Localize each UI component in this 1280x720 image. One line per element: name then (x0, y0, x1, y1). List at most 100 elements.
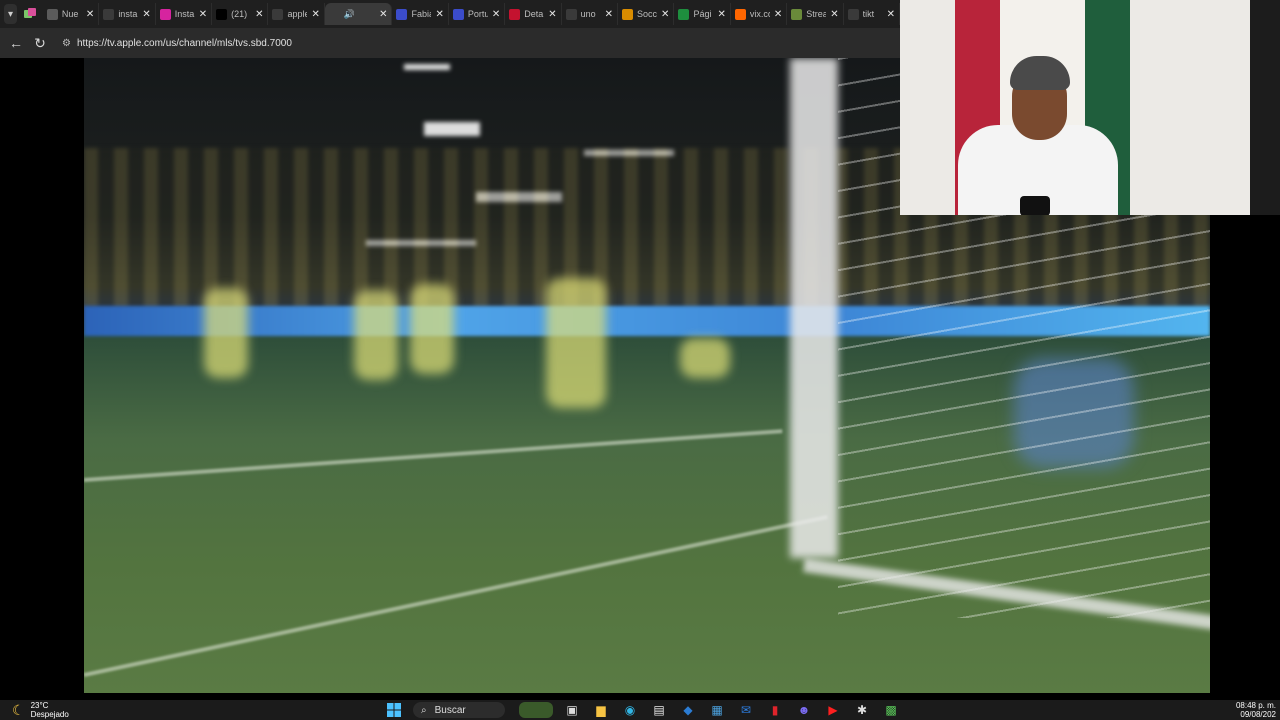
stadium-light (404, 64, 450, 70)
browser-tab[interactable]: Socc ✕ (618, 3, 675, 25)
edge-icon[interactable]: ◉ (620, 700, 640, 720)
reload-icon[interactable]: ↻ (30, 33, 50, 53)
extension-icon[interactable] (23, 5, 37, 23)
close-tab-icon[interactable]: ✕ (86, 9, 94, 20)
file-explorer-icon[interactable]: ▆ (591, 700, 611, 720)
speaker-icon[interactable]: 🔊 (344, 9, 355, 20)
search-icon (847, 8, 859, 20)
tab-label: Pági (693, 9, 712, 19)
pitch-line (84, 515, 828, 677)
browser-tab[interactable]: Portu ✕ (449, 3, 506, 25)
close-tab-icon[interactable]: ✕ (661, 9, 669, 20)
close-tab-icon[interactable]: ✕ (199, 9, 207, 20)
player (204, 288, 248, 378)
tab-label: Insta (174, 9, 195, 19)
search-icon: ⌕ (421, 704, 427, 716)
tab-label: Fabia (411, 9, 431, 19)
tab-label: Socc (637, 9, 658, 19)
browser-tab[interactable]: apple ✕ (268, 3, 325, 25)
browser-tab[interactable]: Nue ✕ (43, 3, 100, 25)
taskbar-search[interactable]: ⌕ Buscar (413, 702, 505, 718)
browser-tab[interactable]: tikt ✕ (844, 3, 900, 25)
system-clock[interactable]: 08:48 p. m. 09/08/202 (1236, 701, 1276, 719)
mail-icon[interactable]: ✉ (736, 700, 756, 720)
search-icon (103, 8, 115, 20)
browser-tab[interactable]: Pági ✕ (674, 3, 731, 25)
close-tab-icon[interactable]: ✕ (548, 9, 556, 20)
app-green-icon[interactable]: ▩ (881, 700, 901, 720)
weather-condition: Despejado (30, 710, 69, 719)
windows-taskbar: ☾ 23°C Despejado ⌕ Buscar ▣ ▆ ◉ ▤ ◆ ▦ ✉ … (0, 700, 1280, 720)
url-field[interactable]: ⚙ https://tv.apple.com/us/channel/mls/tv… (62, 32, 292, 54)
close-tab-icon[interactable]: ✕ (379, 9, 387, 20)
instagram-icon (159, 8, 171, 20)
browser-tab[interactable]: vix.co ✕ (731, 3, 788, 25)
close-tab-icon[interactable]: ✕ (492, 9, 500, 20)
url-text: https://tv.apple.com/us/channel/mls/tvs.… (76, 37, 292, 49)
browser-tab[interactable]: Fabia ✕ (392, 3, 449, 25)
player (546, 278, 606, 408)
site-info-icon[interactable]: ⚙ (62, 38, 71, 49)
weather-widget[interactable]: ☾ 23°C Despejado (12, 701, 69, 719)
clock-date: 09/08/202 (1240, 710, 1276, 719)
tab-list: Nue✕insta✕Insta✕(21)✕apple✕🔊✕Fabia✕Portu… (43, 0, 900, 28)
x-icon (216, 8, 228, 20)
close-tab-icon[interactable]: ✕ (311, 9, 319, 20)
browser-tab[interactable]: Insta ✕ (156, 3, 213, 25)
audio-playing-icon (328, 8, 340, 20)
close-tab-icon[interactable]: ✕ (435, 9, 443, 20)
close-tab-icon[interactable]: ✕ (717, 9, 725, 20)
settings-icon[interactable]: ✱ (852, 700, 872, 720)
drive-icon (678, 8, 690, 20)
browser-tab[interactable]: insta ✕ (99, 3, 156, 25)
page-icon (396, 8, 408, 20)
clock-time: 08:48 p. m. (1235, 701, 1276, 710)
browser-tab-strip: ▾ Nue✕insta✕Insta✕(21)✕apple✕🔊✕Fabia✕Por… (0, 0, 900, 28)
browser-tab[interactable]: uno ✕ (562, 3, 619, 25)
close-tab-icon[interactable]: ✕ (142, 9, 150, 20)
page-icon (452, 8, 464, 20)
new-tab-icon (46, 8, 58, 20)
tab-list-chevron-icon[interactable]: ▾ (4, 4, 17, 24)
tab-label: (21) (231, 9, 248, 19)
windows-start-icon[interactable] (384, 700, 404, 720)
close-tab-icon[interactable]: ✕ (774, 9, 782, 20)
tab-label: tikt (862, 9, 875, 19)
search-icon (272, 8, 284, 20)
goal-post (790, 58, 838, 558)
vix-icon (734, 8, 746, 20)
address-bar: ← ↻ ⚙ https://tv.apple.com/us/channel/ml… (0, 28, 900, 58)
browser-tab[interactable]: Strea ✕ (787, 3, 844, 25)
moon-icon: ☾ (12, 701, 25, 718)
tab-label: Deta (524, 9, 544, 19)
tab-label: Strea (806, 9, 827, 19)
app-red-icon[interactable]: ▮ (765, 700, 785, 720)
tab-label: apple (287, 9, 308, 19)
taskbar-apps: ⌕ Buscar ▣ ▆ ◉ ▤ ◆ ▦ ✉ ▮ ☻ ▶ ✱ ▩ (384, 700, 910, 720)
stadium-light (424, 122, 480, 136)
search-icon (565, 8, 577, 20)
youtube-icon[interactable]: ▶ (823, 700, 843, 720)
player (410, 284, 454, 374)
widgets-icon[interactable] (519, 702, 553, 718)
play-icon (509, 8, 521, 20)
browser-tab[interactable]: (21) ✕ (212, 3, 269, 25)
back-arrow-icon[interactable]: ← (6, 33, 26, 53)
dropbox-icon[interactable]: ◆ (678, 700, 698, 720)
close-tab-icon[interactable]: ✕ (605, 9, 613, 20)
tab-label: insta (118, 9, 138, 19)
webcam-overlay (900, 0, 1280, 215)
app-icon[interactable]: ▦ (707, 700, 727, 720)
browser-tab[interactable]: 🔊 ✕ (324, 3, 393, 25)
player (680, 338, 730, 378)
player (354, 290, 398, 380)
close-tab-icon[interactable]: ✕ (255, 9, 263, 20)
close-tab-icon[interactable]: ✕ (830, 9, 838, 20)
store-icon[interactable]: ▤ (649, 700, 669, 720)
close-tab-icon[interactable]: ✕ (887, 9, 895, 20)
discord-icon[interactable]: ☻ (794, 700, 814, 720)
tab-label: uno (580, 9, 596, 19)
task-view-icon[interactable]: ▣ (562, 700, 582, 720)
leaf-icon (791, 8, 803, 20)
browser-tab[interactable]: Deta ✕ (505, 3, 562, 25)
